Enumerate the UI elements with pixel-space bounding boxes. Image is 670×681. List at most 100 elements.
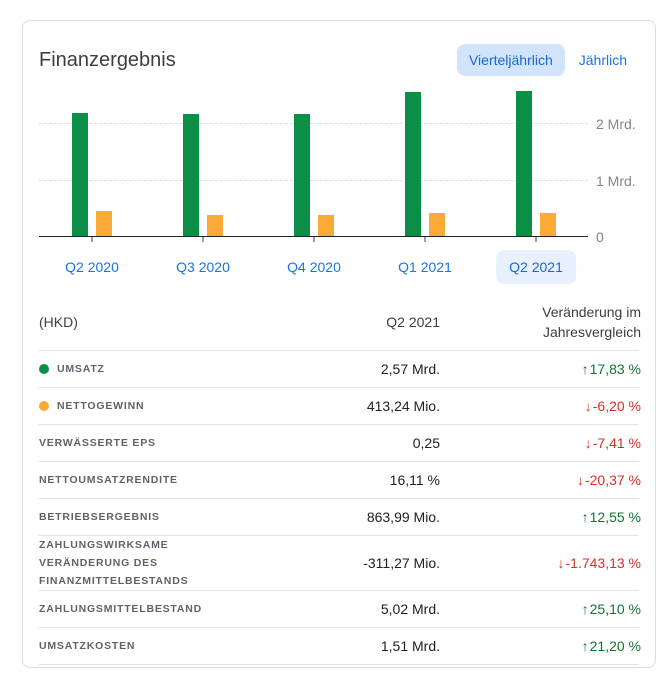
x-axis-ticks [39, 237, 639, 245]
up-arrow-icon: ↑ [582, 638, 589, 654]
tab-yearly[interactable]: Jährlich [567, 44, 639, 76]
row-label: ZAHLUNGSWIRKSAME VERÄNDERUNG DES FINANZM… [39, 536, 229, 590]
axis-tick [91, 237, 93, 242]
down-arrow-icon: ↓ [585, 398, 592, 414]
header-period: Q2 2021 [239, 314, 440, 330]
nettogewinn-bar[interactable] [429, 213, 445, 236]
chart-x-label-q3-2020[interactable]: Q3 2020 [163, 250, 243, 284]
axis-tick [535, 237, 537, 242]
table-row: NETTOGEWINN413,24 Mio.↓-6,20 % [39, 388, 639, 425]
axis-tick [313, 237, 315, 242]
row-value: 863,99 Mio. [239, 509, 440, 525]
row-change: ↑25,10 % [440, 601, 641, 617]
row-value: 413,24 Mio. [239, 398, 440, 414]
financials-bar-chart: 2 Mrd.1 Mrd.0 [39, 87, 639, 237]
period-tabs: Vierteljährlich Jährlich [457, 44, 639, 76]
row-value: 0,25 [239, 435, 440, 451]
row-label: ZAHLUNGSMITTELBESTAND [39, 600, 229, 618]
row-value: 1,51 Mrd. [239, 638, 440, 654]
row-label-text: ZAHLUNGSWIRKSAME VERÄNDERUNG DES FINANZM… [39, 536, 229, 590]
bar-group-q2-2020[interactable] [72, 113, 112, 236]
up-arrow-icon: ↑ [582, 509, 589, 525]
bar-group-q2-2021[interactable] [516, 91, 556, 236]
row-label: UMSATZKOSTEN [39, 637, 229, 655]
umsatz-bar[interactable] [516, 91, 532, 236]
chart-x-label-q2-2020[interactable]: Q2 2020 [52, 250, 132, 284]
umsatz-bar[interactable] [183, 114, 199, 236]
x-axis-labels: Q2 2020 Q3 2020 Q4 2020 Q1 2021 Q2 2021 [39, 250, 639, 284]
axis-tick [202, 237, 204, 242]
umsatz-bar[interactable] [72, 113, 88, 236]
page-title: Finanzergebnis [39, 49, 176, 72]
row-change-value: -6,20 % [593, 398, 641, 414]
row-label-text: NETTOGEWINN [57, 397, 144, 415]
row-change-value: -1.743,13 % [566, 555, 642, 571]
financials-table: (HKD) Q2 2021 Veränderung im Jahresvergl… [39, 300, 639, 665]
chart-x-label-q1-2021[interactable]: Q1 2021 [385, 250, 465, 284]
row-value: 2,57 Mrd. [239, 361, 440, 377]
row-label-text: ZAHLUNGSMITTELBESTAND [39, 600, 202, 618]
header-change: Veränderung im Jahresvergleich [440, 302, 641, 342]
row-label-text: UMSATZKOSTEN [39, 637, 135, 655]
table-row: NETTOUMSATZRENDITE16,11 %↓-20,37 % [39, 462, 639, 499]
row-change: ↑17,83 % [440, 361, 641, 377]
umsatz-bar[interactable] [405, 92, 421, 236]
table-row: UMSATZKOSTEN1,51 Mrd.↑21,20 % [39, 628, 639, 665]
financials-card: Finanzergebnis Vierteljährlich Jährlich … [22, 20, 656, 668]
tab-quarterly[interactable]: Vierteljährlich [457, 44, 565, 76]
row-value: 5,02 Mrd. [239, 601, 440, 617]
row-change-value: -20,37 % [585, 472, 641, 488]
card-header: Finanzergebnis Vierteljährlich Jährlich [23, 21, 655, 76]
row-label-text: UMSATZ [57, 360, 105, 378]
up-arrow-icon: ↑ [582, 361, 589, 377]
umsatz-bar[interactable] [294, 114, 310, 236]
row-label-text: BETRIEBSERGEBNIS [39, 508, 160, 526]
table-row: ZAHLUNGSWIRKSAME VERÄNDERUNG DES FINANZM… [39, 536, 639, 591]
row-label-text: VERWÄSSERTE EPS [39, 434, 156, 452]
table-row: ZAHLUNGSMITTELBESTAND5,02 Mrd.↑25,10 % [39, 591, 639, 628]
series-dot-icon [39, 401, 49, 411]
row-label: VERWÄSSERTE EPS [39, 434, 229, 452]
row-label-text: NETTOUMSATZRENDITE [39, 471, 178, 489]
header-unit: (HKD) [39, 314, 239, 330]
y-axis-label: 1 Mrd. [596, 173, 636, 189]
down-arrow-icon: ↓ [558, 555, 565, 571]
bar-group-q4-2020[interactable] [294, 114, 334, 236]
row-change: ↓-1.743,13 % [440, 555, 641, 571]
table-row: VERWÄSSERTE EPS0,25↓-7,41 % [39, 425, 639, 462]
row-label: NETTOGEWINN [39, 397, 229, 415]
nettogewinn-bar[interactable] [318, 215, 334, 236]
nettogewinn-bar[interactable] [96, 211, 112, 236]
axis-tick [424, 237, 426, 242]
table-body: UMSATZ2,57 Mrd.↑17,83 %NETTOGEWINN413,24… [39, 351, 639, 665]
row-value: 16,11 % [239, 472, 440, 488]
bar-group-q3-2020[interactable] [183, 114, 223, 236]
y-axis-label: 2 Mrd. [596, 116, 636, 132]
row-change-value: 25,10 % [590, 601, 641, 617]
bar-group-q1-2021[interactable] [405, 92, 445, 236]
row-change: ↑21,20 % [440, 638, 641, 654]
row-change-value: 17,83 % [590, 361, 641, 377]
row-change: ↓-7,41 % [440, 435, 641, 451]
row-change: ↓-20,37 % [440, 472, 641, 488]
row-change: ↑12,55 % [440, 509, 641, 525]
row-change-value: -7,41 % [593, 435, 641, 451]
row-change: ↓-6,20 % [440, 398, 641, 414]
table-row: BETRIEBSERGEBNIS863,99 Mio.↑12,55 % [39, 499, 639, 536]
row-value: -311,27 Mio. [239, 555, 440, 571]
chart-x-label-q4-2020[interactable]: Q4 2020 [274, 250, 354, 284]
row-label: UMSATZ [39, 360, 229, 378]
row-change-value: 21,20 % [590, 638, 641, 654]
nettogewinn-bar[interactable] [207, 215, 223, 236]
down-arrow-icon: ↓ [585, 435, 592, 451]
nettogewinn-bar[interactable] [540, 213, 556, 236]
chart-x-label-q2-2021[interactable]: Q2 2021 [496, 250, 576, 284]
row-label: BETRIEBSERGEBNIS [39, 508, 229, 526]
row-label: NETTOUMSATZRENDITE [39, 471, 229, 489]
down-arrow-icon: ↓ [577, 472, 584, 488]
table-row: UMSATZ2,57 Mrd.↑17,83 % [39, 351, 639, 388]
table-header-row: (HKD) Q2 2021 Veränderung im Jahresvergl… [39, 300, 639, 351]
row-change-value: 12,55 % [590, 509, 641, 525]
up-arrow-icon: ↑ [582, 601, 589, 617]
series-dot-icon [39, 364, 49, 374]
